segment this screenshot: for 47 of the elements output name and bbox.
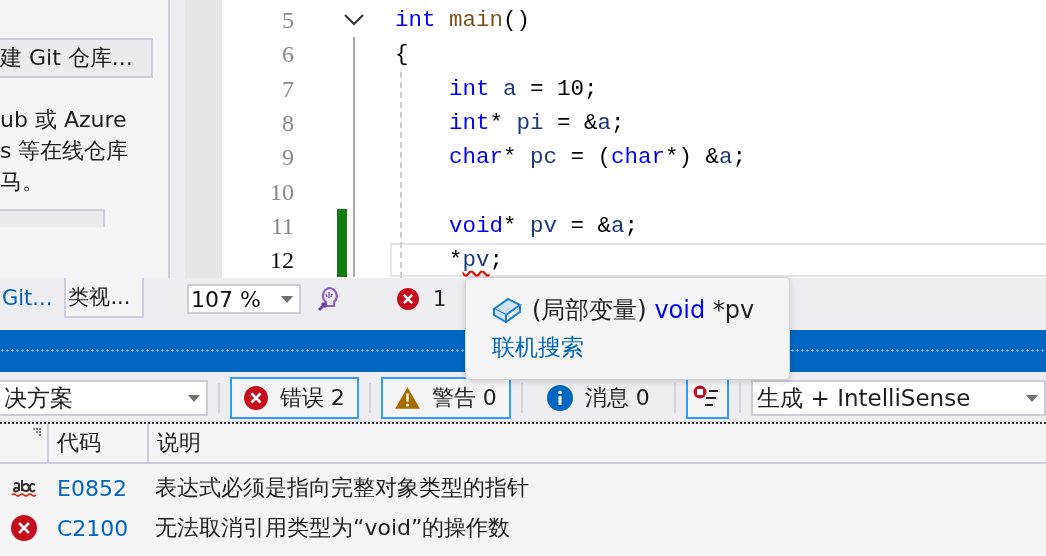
code-line: void* pv = &a; [448,211,640,241]
error-icon [10,515,37,541]
caret-icon [281,295,293,303]
create-repository-button[interactable]: 建 Git 仓库... [0,38,153,78]
column-header[interactable]: 代码 [47,424,147,462]
tools-bulb-icon[interactable] [317,286,341,312]
panel-tab[interactable]: 类视... [64,278,145,318]
line-number: 12 [269,246,295,276]
code-line: { [395,40,410,70]
error-code-link[interactable]: C2100 [47,515,147,541]
line-number: 6 [281,40,295,70]
code-line: int a = 10; [448,74,599,104]
line-number: 7 [281,74,295,104]
filter-button[interactable]: 错误 2 [229,377,359,419]
collapse-chevron-icon[interactable] [344,14,364,26]
line-number: 9 [281,143,295,173]
online-search-link[interactable]: 联机搜索 [492,332,789,363]
warning-icon [394,386,420,410]
error-icon [397,288,419,310]
filter-toggle-button[interactable] [685,377,730,419]
code-line: char* pc = (char*) &a; [448,143,748,173]
error-count: 1 [433,287,447,311]
line-number: 5 [281,6,295,36]
line-number: 10 [269,177,295,207]
zoom-dropdown[interactable]: 107 % [187,284,301,314]
filter-button[interactable]: 警告 0 [380,377,511,419]
caret-icon [1026,394,1039,402]
line-number: 11 [269,211,295,241]
line-number: 8 [281,109,295,139]
description-text: ub 或 Azure s 等在线仓库 马。 [0,106,130,196]
error-description: 无法取消引用类型为“void”的操作数 [154,514,512,542]
symbol-signature: (局部变量) void *pv [532,295,755,326]
grip-icon [33,428,41,436]
code-line: *pv; [390,243,1046,278]
column-header[interactable]: 说明 [147,424,1046,462]
caret-icon [187,394,200,402]
info-icon [546,385,573,411]
error-icon [243,386,268,410]
source-dropdown[interactable]: 生成 + IntelliSense [751,380,1046,416]
filter-button[interactable]: 消息 0 [532,377,664,419]
variable-icon [492,297,522,323]
code-line: int main() [395,6,532,36]
scope-dropdown[interactable]: 决方案 [0,380,208,416]
error-code-link[interactable]: E0852 [47,475,147,501]
error-description: 表达式必须是指向完整对象类型的指针 [154,474,530,502]
code-line: int* pi = &a; [448,109,626,139]
spelling-icon [10,478,37,498]
